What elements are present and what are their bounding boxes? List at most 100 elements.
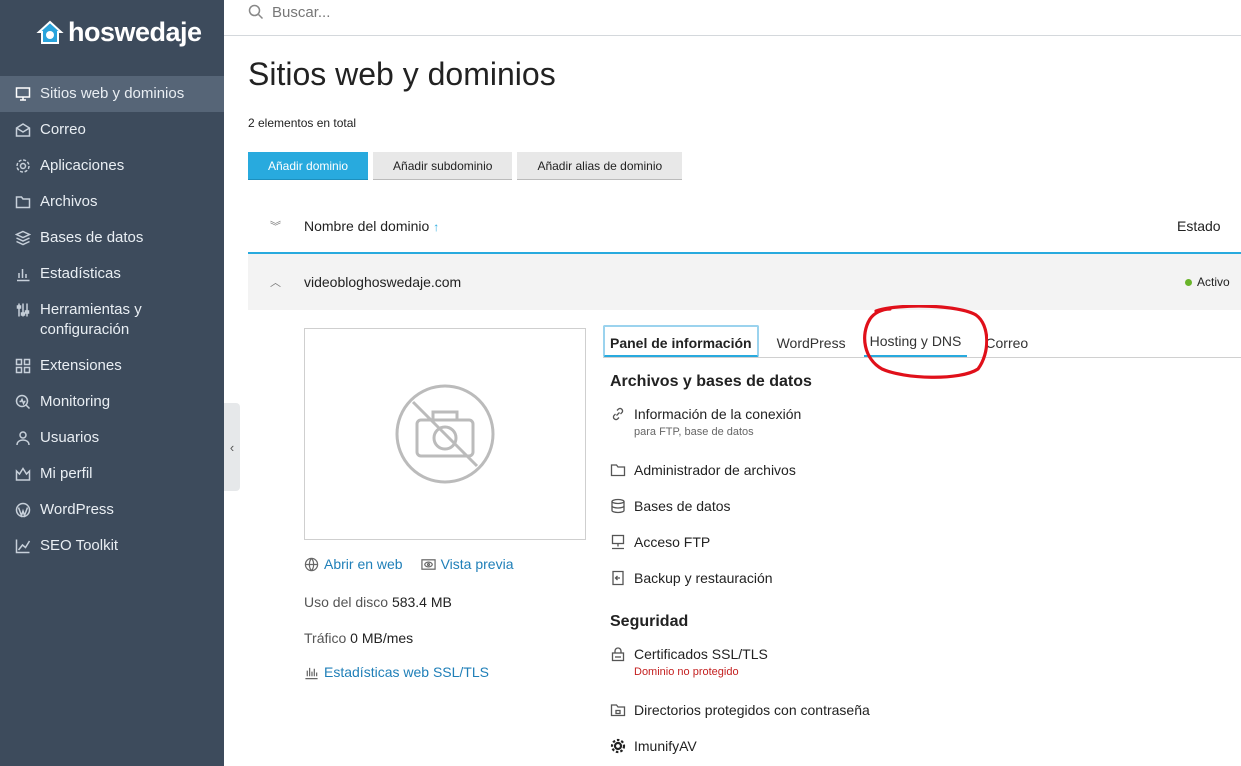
tool-description: para FTP, base de datos xyxy=(634,426,754,438)
ftp-icon xyxy=(610,534,626,550)
tool-label: Backup y restauración xyxy=(634,570,773,586)
folder-icon xyxy=(14,192,32,212)
total-count: 2 elementos en total xyxy=(248,116,357,130)
sidebar-item-statistics[interactable]: Estadísticas xyxy=(0,256,224,292)
sidebar-item-users[interactable]: Usuarios xyxy=(0,420,224,456)
site-preview-placeholder xyxy=(304,328,586,540)
sidebar-item-label: Mi perfil xyxy=(40,465,93,482)
sidebar-item-label: Estadísticas xyxy=(40,265,121,282)
tab-mail[interactable]: Correo xyxy=(979,325,1034,357)
chevron-left-icon: ‹ xyxy=(229,439,235,455)
preview-links: Abrir en web Vista previa xyxy=(304,556,514,572)
status-label: Activo xyxy=(1197,275,1230,289)
web-statistics-link[interactable]: Estadísticas web SSL/TLS xyxy=(304,664,489,680)
search-box xyxy=(248,0,572,24)
sidebar-nav: Sitios web y dominios Correo Aplicacione… xyxy=(0,76,224,564)
protected-folder-icon xyxy=(610,702,626,718)
traffic-label: Tráfico xyxy=(304,630,347,646)
sidebar-item-profile[interactable]: Mi perfil xyxy=(0,456,224,492)
brand-logo[interactable]: hoswedaje xyxy=(36,14,202,50)
tool-ssl-certificates[interactable]: Certificados SSL/TLS Dominio no protegid… xyxy=(610,646,768,678)
sidebar-item-websites[interactable]: Sitios web y dominios xyxy=(0,76,224,112)
sidebar-item-mail[interactable]: Correo xyxy=(0,112,224,148)
sidebar-item-label: Usuarios xyxy=(40,429,100,446)
search-input[interactable] xyxy=(272,3,572,21)
tab-dashboard[interactable]: Panel de información xyxy=(603,325,759,357)
tool-imunifyav[interactable]: ImunifyAV xyxy=(610,738,697,754)
sidebar-item-label: Aplicaciones xyxy=(40,157,125,174)
gear-icon xyxy=(14,156,32,176)
mail-icon xyxy=(14,120,32,140)
tool-connection-info[interactable]: Información de la conexión para FTP, bas… xyxy=(610,406,801,438)
add-domain-button[interactable]: Añadir dominio xyxy=(248,152,369,180)
tool-file-manager[interactable]: Administrador de archivos xyxy=(610,462,796,478)
disk-usage-value: 583.4 MB xyxy=(391,594,452,610)
sidebar-item-label: Monitoring xyxy=(40,393,111,410)
sidebar-item-label: Herramientas y configuración xyxy=(40,301,142,338)
column-domain-label: Nombre del dominio xyxy=(304,218,430,234)
web-statistics-label: Estadísticas web SSL/TLS xyxy=(324,664,489,680)
extensions-icon xyxy=(14,356,32,376)
expand-all-icon[interactable]: ︾ xyxy=(248,218,304,234)
tab-hosting-dns[interactable]: Hosting y DNS xyxy=(863,325,968,357)
sidebar-item-extensions[interactable]: Extensiones xyxy=(0,348,224,384)
database-icon xyxy=(610,498,626,514)
wordpress-icon xyxy=(14,500,32,520)
domain-row[interactable]: ︿ videobloghoswedaje.com Activo xyxy=(248,254,1241,310)
column-domain-name[interactable]: Nombre del dominio ↑ xyxy=(304,218,1177,234)
domain-tabs: Panel de información WordPress Hosting y… xyxy=(603,325,1241,358)
seo-icon xyxy=(14,536,32,556)
tool-ftp-access[interactable]: Acceso FTP xyxy=(610,534,710,550)
monitoring-icon xyxy=(14,392,32,412)
sidebar-collapse-button[interactable]: ‹ xyxy=(224,403,240,491)
bar-chart-icon xyxy=(305,667,318,679)
disk-usage-label: Uso del disco xyxy=(304,594,389,610)
sidebar-item-wordpress[interactable]: WordPress xyxy=(0,492,224,528)
tool-backup-restore[interactable]: Backup y restauración xyxy=(610,570,773,586)
sidebar-item-label: Archivos xyxy=(40,193,98,210)
section-files-databases-title: Archivos y bases de datos xyxy=(610,373,812,390)
folder-icon xyxy=(610,462,626,478)
chevron-up-icon[interactable]: ︿ xyxy=(248,274,304,290)
sidebar-item-files[interactable]: Archivos xyxy=(0,184,224,220)
tool-label: Directorios protegidos con contraseña xyxy=(634,702,870,718)
database-icon xyxy=(14,228,32,248)
brand-name: hoswedaje xyxy=(68,16,202,47)
tab-wordpress[interactable]: WordPress xyxy=(771,325,852,357)
sidebar-item-label: SEO Toolkit xyxy=(40,537,119,554)
sidebar-item-monitoring[interactable]: Monitoring xyxy=(0,384,224,420)
add-subdomain-button[interactable]: Añadir subdominio xyxy=(373,152,513,180)
tool-label: Información de la conexión xyxy=(634,406,802,422)
tool-password-protected-directories[interactable]: Directorios protegidos con contraseña xyxy=(610,702,870,718)
tool-databases[interactable]: Bases de datos xyxy=(610,498,731,514)
ssl-warning: Dominio no protegido xyxy=(634,666,739,678)
search-icon xyxy=(248,4,264,20)
open-in-web-label: Abrir en web xyxy=(324,556,403,572)
sidebar-item-applications[interactable]: Aplicaciones xyxy=(0,148,224,184)
preview-link[interactable]: Vista previa xyxy=(420,556,514,572)
status-badge[interactable]: Activo xyxy=(1185,275,1241,289)
sidebar-item-seo-toolkit[interactable]: SEO Toolkit xyxy=(0,528,224,564)
topbar xyxy=(224,0,1241,36)
column-status[interactable]: Estado xyxy=(1177,218,1241,234)
house-logo-icon xyxy=(36,18,64,46)
sidebar-item-label: Extensiones xyxy=(40,357,122,374)
add-domain-alias-button[interactable]: Añadir alias de dominio xyxy=(517,152,683,180)
tool-label: Administrador de archivos xyxy=(634,462,796,478)
domain-name[interactable]: videobloghoswedaje.com xyxy=(304,274,1185,290)
tool-label: ImunifyAV xyxy=(634,738,697,754)
preview-label: Vista previa xyxy=(440,556,514,572)
status-dot-icon xyxy=(1185,278,1192,286)
sidebar-item-label: Correo xyxy=(40,121,86,138)
user-icon xyxy=(14,428,32,448)
backup-icon xyxy=(610,570,626,586)
no-screenshot-icon xyxy=(395,384,495,484)
tool-label: Certificados SSL/TLS xyxy=(634,646,768,662)
open-in-web-link[interactable]: Abrir en web xyxy=(304,556,403,572)
sidebar-item-tools-settings[interactable]: Herramientas y configuración xyxy=(0,292,224,348)
traffic-value: 0 MB/mes xyxy=(350,630,414,646)
link-icon xyxy=(610,406,626,422)
domain-list-header: ︾ Nombre del dominio ↑ Estado xyxy=(248,200,1241,254)
sidebar-item-databases[interactable]: Bases de datos xyxy=(0,220,224,256)
bar-chart-icon xyxy=(14,264,32,284)
